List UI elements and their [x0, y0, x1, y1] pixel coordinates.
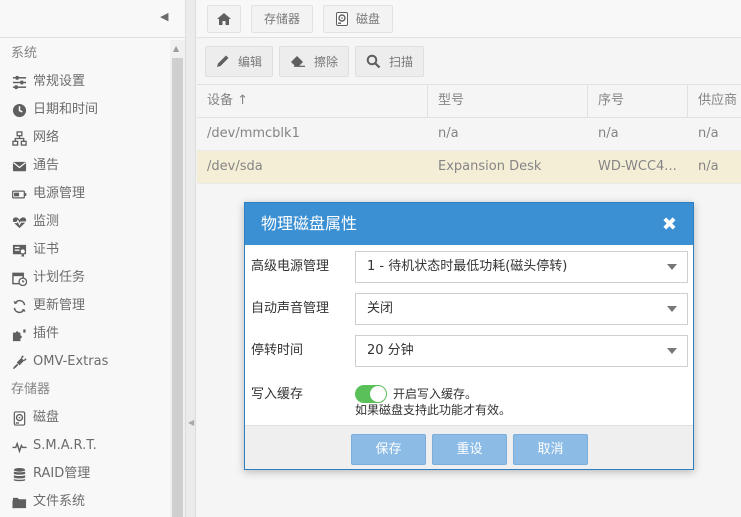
dialog-title: 物理磁盘属性 [261, 214, 358, 233]
write-cache-label: 写入缓存 [251, 387, 304, 402]
apm-value: 1 - 待机状态时最低功耗(磁头停转) [367, 259, 568, 274]
toggle-knob [370, 386, 386, 402]
spindown-value: 20 分钟 [367, 343, 414, 358]
reset-button[interactable]: 重设 [432, 434, 507, 465]
spindown-select[interactable]: 20 分钟 [355, 335, 688, 367]
aam-select[interactable]: 关闭 [355, 293, 688, 325]
aam-row: 自动声音管理 关闭 [245, 293, 695, 327]
save-button[interactable]: 保存 [351, 434, 426, 465]
chevron-down-icon [667, 264, 677, 270]
spindown-row: 停转时间 20 分钟 [245, 335, 695, 369]
aam-label: 自动声音管理 [251, 301, 330, 316]
apm-row: 高级电源管理 1 - 待机状态时最低功耗(磁头停转) [245, 251, 695, 285]
aam-value: 关闭 [367, 301, 394, 316]
disk-properties-dialog: 物理磁盘属性 ✖ 高级电源管理 1 - 待机状态时最低功耗(磁头停转) 自动声音… [244, 202, 694, 470]
spindown-label: 停转时间 [251, 343, 304, 358]
close-icon[interactable]: ✖ [662, 203, 677, 247]
write-cache-hint: 如果磁盘支持此功能才有效。 [355, 403, 512, 417]
cancel-button[interactable]: 取消 [513, 434, 588, 465]
chevron-down-icon [667, 348, 677, 354]
chevron-down-icon [667, 306, 677, 312]
apm-label: 高级电源管理 [251, 259, 330, 274]
dialog-footer: 保存 重设 取消 [245, 425, 693, 469]
apm-select[interactable]: 1 - 待机状态时最低功耗(磁头停转) [355, 251, 688, 283]
dialog-header: 物理磁盘属性 ✖ [245, 203, 693, 245]
